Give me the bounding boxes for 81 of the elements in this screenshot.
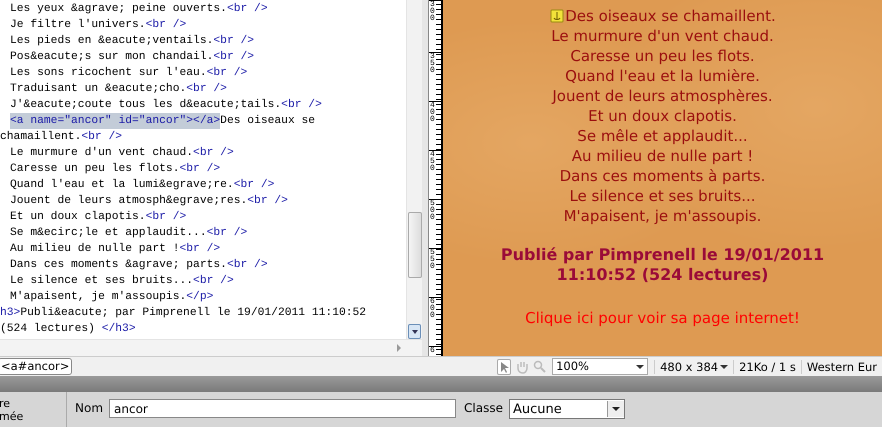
poem-line: M'apaisent, je m'assoupis.	[564, 206, 762, 226]
code-text: M'apaisent, je m'assoupis.	[10, 290, 186, 305]
caret-icon	[720, 364, 728, 370]
code-tag: <br />	[281, 97, 322, 113]
poem-line: Le silence et ses bruits...	[569, 186, 756, 206]
code-text: Se m&ecirc;le et applaudit...	[10, 226, 207, 241]
poem-line: Le murmure d'un vent chaud.	[551, 26, 774, 46]
caret-icon	[612, 406, 620, 412]
poem-line: Jouent de leurs atmosphères.	[552, 86, 773, 106]
code-text: Les yeux &agrave; peine ouverts.	[10, 2, 227, 17]
zoom-icon[interactable]	[533, 360, 546, 373]
code-text: Caresse un peu les flots.	[10, 162, 180, 177]
element-type-label: re	[0, 396, 12, 410]
vertical-scrollbar[interactable]	[406, 0, 422, 339]
ruler-label: 450	[429, 151, 436, 172]
code-text: Les pieds en &eacute;ventails.	[10, 34, 214, 49]
code-text: Le murmure d'un vent chaud.	[10, 146, 194, 161]
code-text: Pos&eacute;s sur mon chandail.	[10, 50, 214, 65]
code-text: Publi&eacute; par Pimprenell le 19/01/2011 11:10:52	[20, 306, 366, 321]
zoom-select[interactable]: 100%	[552, 358, 648, 375]
code-tag: <br />	[146, 209, 186, 225]
ruler-label: 550	[429, 249, 436, 270]
selected-code: <a name="ancor" id="ancor"></a>	[10, 113, 220, 129]
caret-icon	[636, 364, 644, 370]
select-tool[interactable]	[497, 358, 512, 374]
code-text: chamaillent.	[0, 130, 82, 145]
poem-line: Quand l'eau et la lumière.	[565, 66, 760, 86]
code-tag: <br />	[226, 1, 268, 17]
code-tag: <br />	[234, 177, 274, 193]
code-text: Je filtre l'univers.	[10, 18, 146, 33]
ruler-label: 500	[429, 200, 436, 221]
code-text: Traduisant un &eacute;cho.	[10, 82, 186, 97]
code-tag: <br />	[186, 81, 227, 97]
poem-line: Dans ces moments à parts.	[560, 166, 766, 186]
code-tag: <br />	[226, 257, 268, 273]
encoding-label: Western Eur	[800, 360, 882, 374]
download-size: 21Ko / 1 s	[733, 360, 801, 374]
scroll-down-button[interactable]	[408, 324, 421, 339]
code-text: J'&eacute;coute tous les d&eacute;tails.	[10, 98, 282, 113]
pointer-icon	[499, 360, 510, 372]
poem-line: Et un doux clapotis.	[588, 106, 737, 126]
code-text: Des oiseaux se	[220, 114, 316, 129]
code-tag: <br />	[206, 65, 248, 81]
window-size-select[interactable]: 480 x 384	[654, 360, 734, 374]
published-heading: Publié par Pimprenell le 19/01/2011 11:10:52 (524 lectures)	[500, 245, 826, 285]
poem-line: Caresse un peu les flots.	[570, 46, 755, 66]
code-text: Les sons ricochent sur l'eau.	[10, 66, 207, 81]
horizontal-scrollbar[interactable]	[0, 339, 422, 356]
code-tag: h3>	[0, 305, 20, 321]
code-text: Le silence et ses bruits...	[10, 274, 194, 289]
code-tag: <br />	[213, 49, 254, 65]
code-text: Et un doux clapotis.	[10, 210, 146, 225]
poem-line: Se mêle et applaudit...	[577, 126, 748, 146]
tag-selector[interactable]: <a#ancor>	[0, 358, 72, 375]
code-text: Quand l'eau et la lumi&egrave;re.	[10, 178, 234, 193]
name-field[interactable]: ancor	[109, 399, 456, 418]
code-text: Dans ces moments &agrave; parts.	[10, 258, 227, 273]
name-label: Nom	[75, 401, 104, 415]
code-text: Au milieu de nulle part !	[10, 242, 180, 257]
code-tag: <br />	[81, 129, 122, 145]
poem-line: Au milieu de nulle part !	[572, 146, 754, 166]
code-tag: <br />	[193, 273, 234, 289]
right-arrow-icon	[396, 344, 402, 352]
code-text: (524 lectures)	[0, 322, 96, 337]
code-tag: <br />	[206, 225, 248, 241]
hand-icon[interactable]	[515, 360, 530, 374]
code-tag: <br />	[247, 193, 288, 209]
code-tag: </p>	[186, 289, 214, 305]
code-tag: </h3>	[102, 321, 136, 337]
class-select[interactable]: Aucune	[508, 399, 625, 419]
code-tag: <br />	[146, 17, 186, 33]
scrollbar-thumb[interactable]	[408, 212, 422, 278]
code-tag: <br />	[193, 145, 234, 161]
code-tag: <br />	[179, 241, 220, 257]
poem-line: Des oiseaux se chamaillent.	[565, 6, 776, 26]
ruler-label: 400	[429, 102, 436, 123]
code-tag: <br />	[213, 33, 254, 49]
code-text: Jouent de leurs atmosph&egrave;res.	[10, 194, 248, 209]
element-type-label: mée	[0, 410, 24, 422]
code-tag: <br />	[179, 161, 220, 177]
class-label: Classe	[464, 401, 503, 415]
